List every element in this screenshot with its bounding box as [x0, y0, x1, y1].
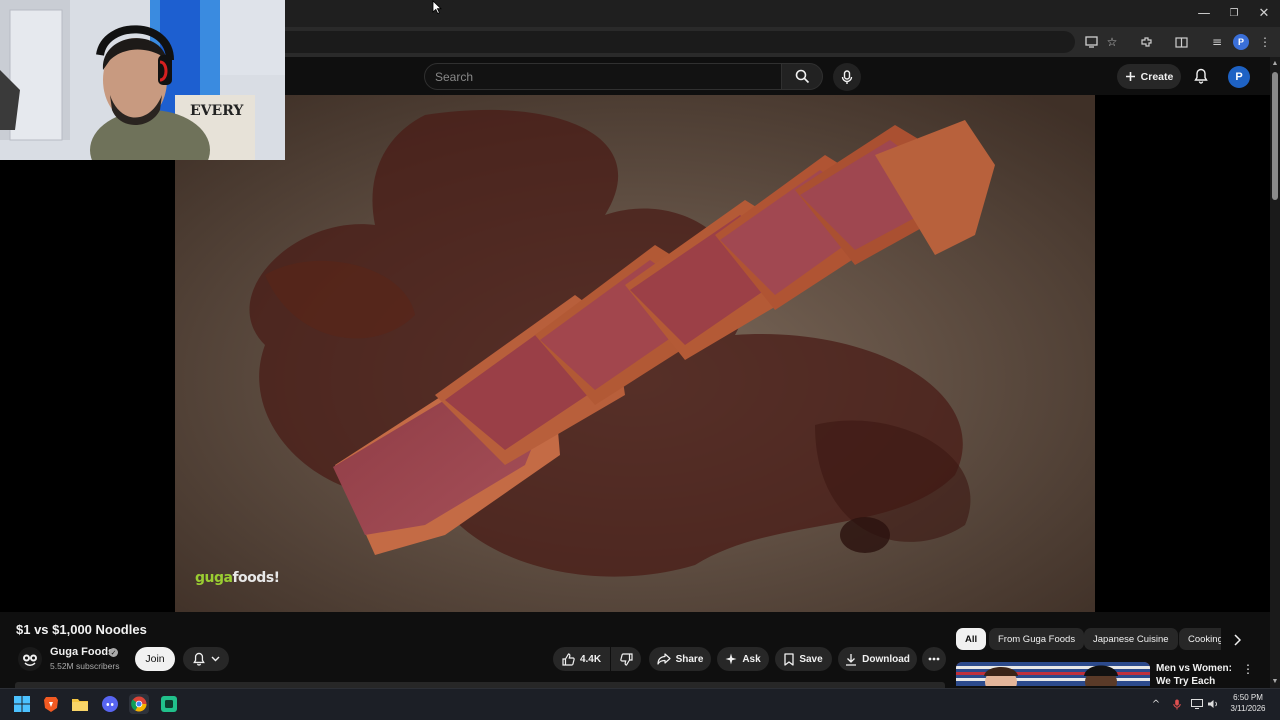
scroll-down-arrow-icon[interactable]: ▼	[1271, 678, 1279, 686]
microphone-tray-icon[interactable]	[1170, 697, 1184, 711]
media-control-icon[interactable]: ≡	[1208, 33, 1226, 51]
save-button[interactable]: Save	[775, 647, 832, 671]
download-icon	[846, 653, 857, 666]
discord-icon[interactable]	[100, 694, 120, 714]
notifications-button[interactable]	[1191, 66, 1211, 86]
like-count: 4.4K	[579, 653, 602, 665]
voice-search-button[interactable]	[833, 63, 861, 91]
video-frame[interactable]	[175, 95, 1095, 612]
thumbs-down-icon	[619, 652, 633, 666]
chip-japanese-cuisine[interactable]: Japanese Cuisine	[1084, 628, 1178, 650]
browser-menu-icon[interactable]: ⋮	[1256, 33, 1274, 51]
verified-check-icon: ✓	[109, 648, 118, 657]
app-icon[interactable]	[159, 694, 179, 714]
clock-date: 3/11/2026	[1230, 704, 1266, 713]
download-label: Download	[862, 653, 910, 665]
watermark-foods: foods!	[232, 570, 280, 586]
more-actions-button[interactable]	[922, 647, 946, 671]
recommended-video-thumbnail[interactable]	[956, 662, 1150, 686]
restore-button[interactable]: ❐	[1218, 0, 1250, 27]
close-button[interactable]: ✕	[1248, 0, 1280, 27]
save-label: Save	[799, 653, 823, 665]
video-frame-image	[175, 95, 1095, 612]
create-button[interactable]: Create	[1117, 64, 1181, 89]
webcam-overlay: EVERY	[0, 0, 285, 160]
scrollbar-thumb[interactable]	[1272, 72, 1278, 200]
browser-profile-avatar[interactable]: P	[1233, 34, 1249, 50]
video-watermark: gugafoods!	[195, 570, 280, 586]
recommended-more-icon[interactable]: ⋮	[1242, 662, 1254, 676]
chip-cooking[interactable]: Cooking	[1179, 628, 1221, 650]
brave-browser-icon[interactable]	[41, 694, 61, 714]
share-button[interactable]: Share	[649, 647, 711, 671]
clock-time: 6:50 PM	[1233, 693, 1263, 702]
system-clock[interactable]: 6:50 PM 3/11/2026	[1225, 692, 1271, 714]
like-button[interactable]: 4.4K	[553, 647, 610, 671]
bookmark-icon	[784, 652, 794, 666]
show-hidden-icons-icon[interactable]: ^	[1149, 697, 1163, 711]
webcam-image: EVERY	[0, 0, 285, 160]
network-icon[interactable]	[1190, 697, 1204, 711]
mouse-cursor-icon	[432, 0, 442, 19]
download-button[interactable]: Download	[838, 647, 917, 671]
chip-from-guga-foods[interactable]: From Guga Foods	[989, 628, 1085, 650]
chips-next-button[interactable]	[1227, 630, 1247, 650]
bell-icon	[192, 652, 205, 666]
account-avatar[interactable]: P	[1228, 66, 1250, 88]
ask-button[interactable]: Ask	[717, 647, 769, 671]
join-button[interactable]: Join	[135, 647, 175, 671]
dislike-button[interactable]	[611, 647, 641, 671]
more-horizontal-icon	[928, 657, 940, 661]
pillow-text: EVERY	[190, 103, 244, 119]
search-button[interactable]	[781, 63, 823, 90]
split-view-icon[interactable]	[1172, 33, 1190, 51]
search-icon	[795, 69, 809, 84]
chevron-down-icon	[211, 656, 219, 662]
guga-logo-icon	[23, 654, 37, 666]
plus-icon	[1125, 72, 1135, 81]
share-icon	[656, 653, 671, 665]
thumbnail-image	[956, 662, 1150, 686]
install-app-icon[interactable]	[1082, 33, 1100, 51]
chip-all[interactable]: All	[956, 628, 987, 650]
file-explorer-icon[interactable]	[70, 694, 90, 714]
scroll-up-arrow-icon[interactable]: ▲	[1271, 60, 1279, 68]
channel-name[interactable]: Guga Foods	[50, 646, 114, 658]
extensions-icon[interactable]	[1137, 33, 1155, 51]
windows-start-icon[interactable]	[12, 694, 32, 714]
subscription-notifications-button[interactable]	[183, 647, 229, 671]
watermark-guga: guga	[195, 570, 233, 586]
ask-label: Ask	[742, 653, 761, 665]
windows-taskbar	[0, 688, 1280, 720]
share-label: Share	[675, 653, 704, 665]
minimize-button[interactable]: —	[1188, 0, 1220, 27]
chevron-right-icon	[1233, 634, 1241, 646]
search-input[interactable]: Search	[424, 63, 782, 90]
video-title: $1 vs $1,000 Noodles	[16, 622, 147, 637]
create-label: Create	[1140, 70, 1174, 83]
volume-icon[interactable]	[1206, 697, 1220, 711]
microphone-icon	[841, 69, 853, 84]
sparkle-icon	[725, 653, 737, 665]
subscriber-count: 5.52M subscribers	[50, 661, 120, 671]
address-bar[interactable]	[285, 31, 1075, 53]
bell-icon	[1194, 68, 1208, 84]
bookmark-star-icon[interactable]: ☆	[1103, 33, 1121, 51]
thumbs-up-icon	[562, 652, 575, 666]
chrome-icon[interactable]	[129, 694, 149, 714]
channel-avatar[interactable]	[18, 647, 42, 671]
